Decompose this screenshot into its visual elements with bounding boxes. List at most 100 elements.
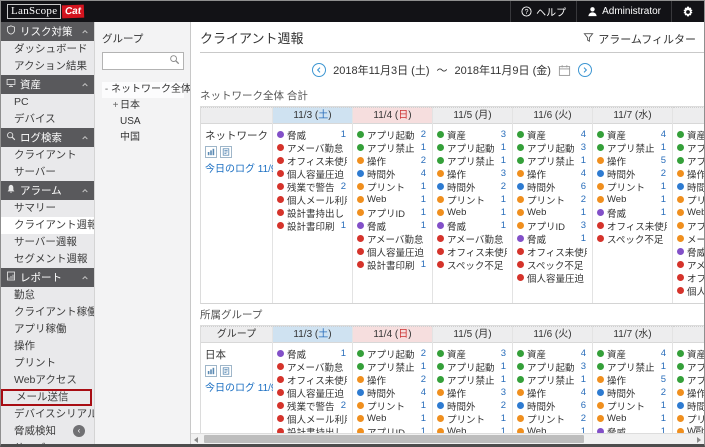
collapse-expander-icon[interactable]: -	[102, 82, 111, 98]
alarm-entry[interactable]: アプリ禁止 1	[517, 154, 587, 167]
graph-icon[interactable]	[205, 146, 217, 158]
alarm-entry[interactable]: スペック不足1	[437, 258, 507, 271]
group-search-input[interactable]	[106, 55, 169, 67]
alarm-entry[interactable]: 資産 4	[597, 128, 667, 141]
today-log-link[interactable]: 今日のログ 11/9 (金)	[205, 379, 296, 394]
alarm-entry[interactable]: Web 1	[597, 193, 667, 206]
alarm-entry[interactable]: アプリ起動 1	[437, 360, 507, 373]
alarm-entry[interactable]: 個人容量圧迫1	[517, 271, 587, 284]
tree-item-日本[interactable]: + 日本	[102, 98, 184, 114]
alarm-entry[interactable]: アプリ禁止 1	[597, 360, 667, 373]
hscroll-right-arrow[interactable]	[693, 434, 704, 444]
alarm-entry[interactable]: Web 1	[357, 193, 427, 206]
alarm-entry[interactable]: アプリ起動 1	[437, 141, 507, 154]
hscroll-thumb[interactable]	[204, 435, 584, 443]
alarm-entry[interactable]: プリ	[677, 412, 704, 425]
alarm-entry[interactable]: プリント 1	[357, 399, 427, 412]
expand-expander-icon[interactable]: +	[111, 98, 120, 114]
graph-icon[interactable]	[205, 365, 217, 377]
sidebar-item-メール送信[interactable]: メール送信	[1, 389, 92, 406]
tree-item-中国[interactable]: 中国	[102, 130, 184, 146]
search-icon[interactable]	[169, 54, 180, 68]
alarm-entry[interactable]: 操作 4	[517, 386, 587, 399]
sidebar-item-デバイス[interactable]: デバイス	[1, 111, 94, 128]
alarm-entry[interactable]: 資産 4	[517, 347, 587, 360]
hscroll-left-arrow[interactable]	[191, 434, 202, 444]
nav-section-risk[interactable]: リスク対策	[1, 22, 94, 41]
alarm-entry[interactable]: 操作	[677, 386, 704, 399]
settings-gear-button[interactable]	[671, 1, 704, 22]
sidebar-collapse-button[interactable]: ‹	[73, 425, 85, 437]
alarm-entry[interactable]: プリント 1	[437, 412, 507, 425]
sidebar-item-デバイスシリアル[interactable]: デバイスシリアル	[1, 406, 94, 423]
alarm-entry[interactable]: アプリ起動 3	[517, 360, 587, 373]
alarm-entry[interactable]: アプリ起動 2	[357, 347, 427, 360]
alarm-entry[interactable]: 時間外 2	[437, 399, 507, 412]
alarm-entry[interactable]: 操作	[677, 167, 704, 180]
alarm-entry[interactable]: プリント 1	[437, 193, 507, 206]
alarm-entry[interactable]: アプ	[677, 141, 704, 154]
alarm-entry[interactable]: 時間外 2	[597, 386, 667, 399]
alarm-entry[interactable]: Web 1	[437, 206, 507, 219]
alarm-entry[interactable]: オフィス未使用1	[277, 373, 347, 386]
alarm-entry[interactable]: 残業で警告 2	[277, 180, 347, 193]
alarm-entry[interactable]: 脅威 1	[517, 232, 587, 245]
alarm-entry[interactable]: 時間	[677, 399, 704, 412]
alarm-entry[interactable]: 操作 5	[597, 373, 667, 386]
alarm-entry[interactable]: メー	[677, 232, 704, 245]
tree-item-USA[interactable]: USA	[102, 114, 184, 130]
alarm-entry[interactable]: 資産 4	[517, 128, 587, 141]
alarm-entry[interactable]: アプリ起動 3	[517, 141, 587, 154]
sidebar-item-勤怠[interactable]: 勤怠	[1, 287, 94, 304]
alarm-entry[interactable]: Web	[677, 206, 704, 219]
alarm-entry[interactable]: アプリ禁止 1	[357, 360, 427, 373]
alarm-entry[interactable]: オフィス未使用1	[277, 154, 347, 167]
alarm-entry[interactable]: スペック不足1	[517, 258, 587, 271]
alarm-entry[interactable]: 資産 4	[597, 347, 667, 360]
sidebar-item-サーバー[interactable]: サーバー	[1, 440, 94, 444]
nav-section-assets[interactable]: 資産	[1, 75, 94, 94]
alarm-entry[interactable]: アプリ禁止 1	[357, 141, 427, 154]
alarm-entry[interactable]: 個人容量圧迫1	[277, 167, 347, 180]
alarm-entry[interactable]: アプリID 1	[357, 206, 427, 219]
alarm-entry[interactable]: アメーバ勤怠2	[277, 360, 347, 373]
sidebar-item-サマリー[interactable]: サマリー	[1, 200, 94, 217]
alarm-entry[interactable]: 脅威 1	[437, 219, 507, 232]
alarm-entry[interactable]: アメ	[677, 258, 704, 271]
next-week-button[interactable]	[577, 63, 592, 77]
alarm-entry[interactable]: 操作 5	[597, 154, 667, 167]
alarm-entry[interactable]: スペック不足1	[597, 232, 667, 245]
alarm-entry[interactable]: 設計書印刷 1	[277, 219, 347, 232]
alarm-entry[interactable]: アメーバ勤怠2	[357, 232, 427, 245]
alarm-entry[interactable]: 個人	[677, 284, 704, 297]
alarm-entry[interactable]: プリント 1	[597, 399, 667, 412]
alarm-entry[interactable]: 時間	[677, 180, 704, 193]
alarm-entry[interactable]: アプリID 3	[517, 219, 587, 232]
alarm-entry[interactable]: 時間外 6	[517, 180, 587, 193]
alarm-entry[interactable]: 脅威 1	[357, 219, 427, 232]
sidebar-item-セグメント週報[interactable]: セグメント週報	[1, 251, 94, 268]
csv-export-icon[interactable]	[220, 365, 232, 377]
alarm-entry[interactable]: プリント 1	[357, 180, 427, 193]
prev-week-button[interactable]	[312, 63, 327, 77]
sidebar-item-サーバー週報[interactable]: サーバー週報	[1, 234, 94, 251]
alarm-entry[interactable]: 時間外 2	[437, 180, 507, 193]
alarm-entry[interactable]: アプリ禁止 1	[437, 373, 507, 386]
alarm-filter-button[interactable]: アラームフィルター	[583, 31, 696, 47]
alarm-entry[interactable]: 時間外 2	[597, 167, 667, 180]
alarm-entry[interactable]: アプ	[677, 219, 704, 232]
alarm-entry[interactable]: 脅威 1	[277, 347, 347, 360]
alarm-entry[interactable]: 資産 3	[437, 347, 507, 360]
alarm-entry[interactable]: 設計書印刷 1	[357, 258, 427, 271]
alarm-entry[interactable]: アプ	[677, 154, 704, 167]
sidebar-item-アクション結果[interactable]: アクション結果	[1, 58, 94, 75]
alarm-entry[interactable]: 個人容量圧迫1	[357, 245, 427, 258]
sidebar-item-サーバー[interactable]: サーバー	[1, 164, 94, 181]
alarm-entry[interactable]: プリント 2	[517, 412, 587, 425]
sidebar-item-プリント[interactable]: プリント	[1, 355, 94, 372]
nav-section-report[interactable]: レポート	[1, 268, 94, 287]
alarm-entry[interactable]: 時間外 4	[357, 386, 427, 399]
alarm-entry[interactable]: プリ	[677, 193, 704, 206]
alarm-entry[interactable]: 操作 3	[437, 386, 507, 399]
help-button[interactable]: ? ヘルプ	[510, 1, 576, 22]
